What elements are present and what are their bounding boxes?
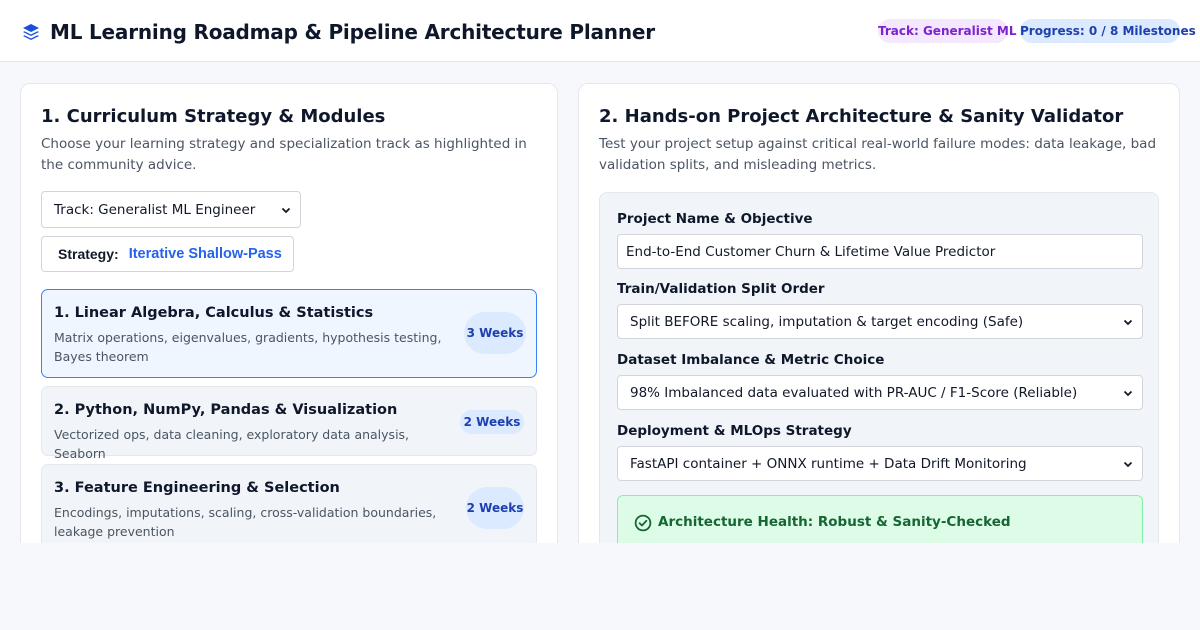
module-card-1[interactable]: 1. Linear Algebra, Calculus & Statistics…: [41, 289, 537, 378]
track-badge: Track: Generalist ML: [878, 19, 1017, 43]
module-title: 1. Linear Algebra, Calculus & Statistics: [54, 305, 374, 321]
chevron-down-icon: [281, 207, 291, 213]
chevron-down-icon: [1123, 390, 1133, 396]
imbalance-label: Dataset Imbalance & Metric Choice: [617, 352, 885, 368]
split-order-label: Train/Validation Split Order: [617, 281, 825, 297]
module-title: 2. Python, NumPy, Pandas & Visualization: [54, 402, 398, 418]
deployment-value: FastAPI container + ONNX runtime + Data …: [630, 455, 1027, 472]
strategy-value: Iterative Shallow-Pass: [128, 246, 282, 262]
split-order-select[interactable]: Split BEFORE scaling, imputation & targe…: [617, 304, 1143, 339]
track-select[interactable]: Track: Generalist ML Engineer: [41, 191, 301, 228]
module-description: Matrix operations, eigenvalues, gradient…: [54, 330, 442, 364]
chevron-down-icon: [1123, 461, 1133, 467]
project-name-value: End-to-End Customer Churn & Lifetime Val…: [626, 243, 996, 260]
module-card-3[interactable]: 3. Feature Engineering & Selection Encod…: [41, 464, 537, 548]
validator-description: Test your project setup against critical…: [599, 136, 1157, 173]
app-title: ML Learning Roadmap & Pipeline Architect…: [50, 20, 655, 44]
module-card-2[interactable]: 2. Python, NumPy, Pandas & Visualization…: [41, 386, 537, 461]
page-background-bottom: [0, 543, 1200, 630]
curriculum-description: Choose your learning strategy and specia…: [41, 136, 527, 173]
health-status-text: Architecture Health: Robust & Sanity-Che…: [658, 514, 1011, 530]
deployment-label: Deployment & MLOps Strategy: [617, 423, 852, 439]
validator-panel: 2. Hands-on Project Architecture & Sanit…: [578, 83, 1180, 553]
architecture-form: Project Name & Objective End-to-End Cust…: [599, 192, 1159, 552]
imbalance-value: 98% Imbalanced data evaluated with PR-AU…: [630, 384, 1078, 401]
module-description: Vectorized ops, data cleaning, explorato…: [54, 427, 410, 461]
strategy-label: Strategy:: [58, 246, 119, 262]
imbalance-select[interactable]: 98% Imbalanced data evaluated with PR-AU…: [617, 375, 1143, 410]
layers-icon: [23, 24, 39, 40]
check-circle-icon: [634, 514, 652, 532]
track-select-value: Track: Generalist ML Engineer: [54, 201, 256, 218]
module-title: 3. Feature Engineering & Selection: [54, 480, 340, 496]
deployment-select[interactable]: FastAPI container + ONNX runtime + Data …: [617, 446, 1143, 481]
module-duration-badge: 3 Weeks: [464, 312, 526, 354]
module-duration-badge: 2 Weeks: [466, 487, 524, 529]
curriculum-title: 1. Curriculum Strategy & Modules: [41, 106, 386, 127]
validator-title: 2. Hands-on Project Architecture & Sanit…: [599, 106, 1124, 127]
strategy-indicator: Strategy: Iterative Shallow-Pass: [41, 236, 294, 272]
split-order-value: Split BEFORE scaling, imputation & targe…: [630, 313, 1024, 330]
module-duration-badge: 2 Weeks: [460, 410, 524, 434]
chevron-down-icon: [1123, 319, 1133, 325]
top-bar: ML Learning Roadmap & Pipeline Architect…: [0, 0, 1200, 62]
brand: ML Learning Roadmap & Pipeline Architect…: [21, 19, 655, 45]
project-name-label: Project Name & Objective: [617, 211, 813, 227]
project-name-input[interactable]: End-to-End Customer Churn & Lifetime Val…: [617, 234, 1143, 269]
progress-badge: Progress: 0 / 8 Milestones: [1020, 19, 1196, 43]
curriculum-panel: 1. Curriculum Strategy & Modules Choose …: [20, 83, 558, 553]
module-description: Encodings, imputations, scaling, cross-v…: [54, 505, 437, 539]
